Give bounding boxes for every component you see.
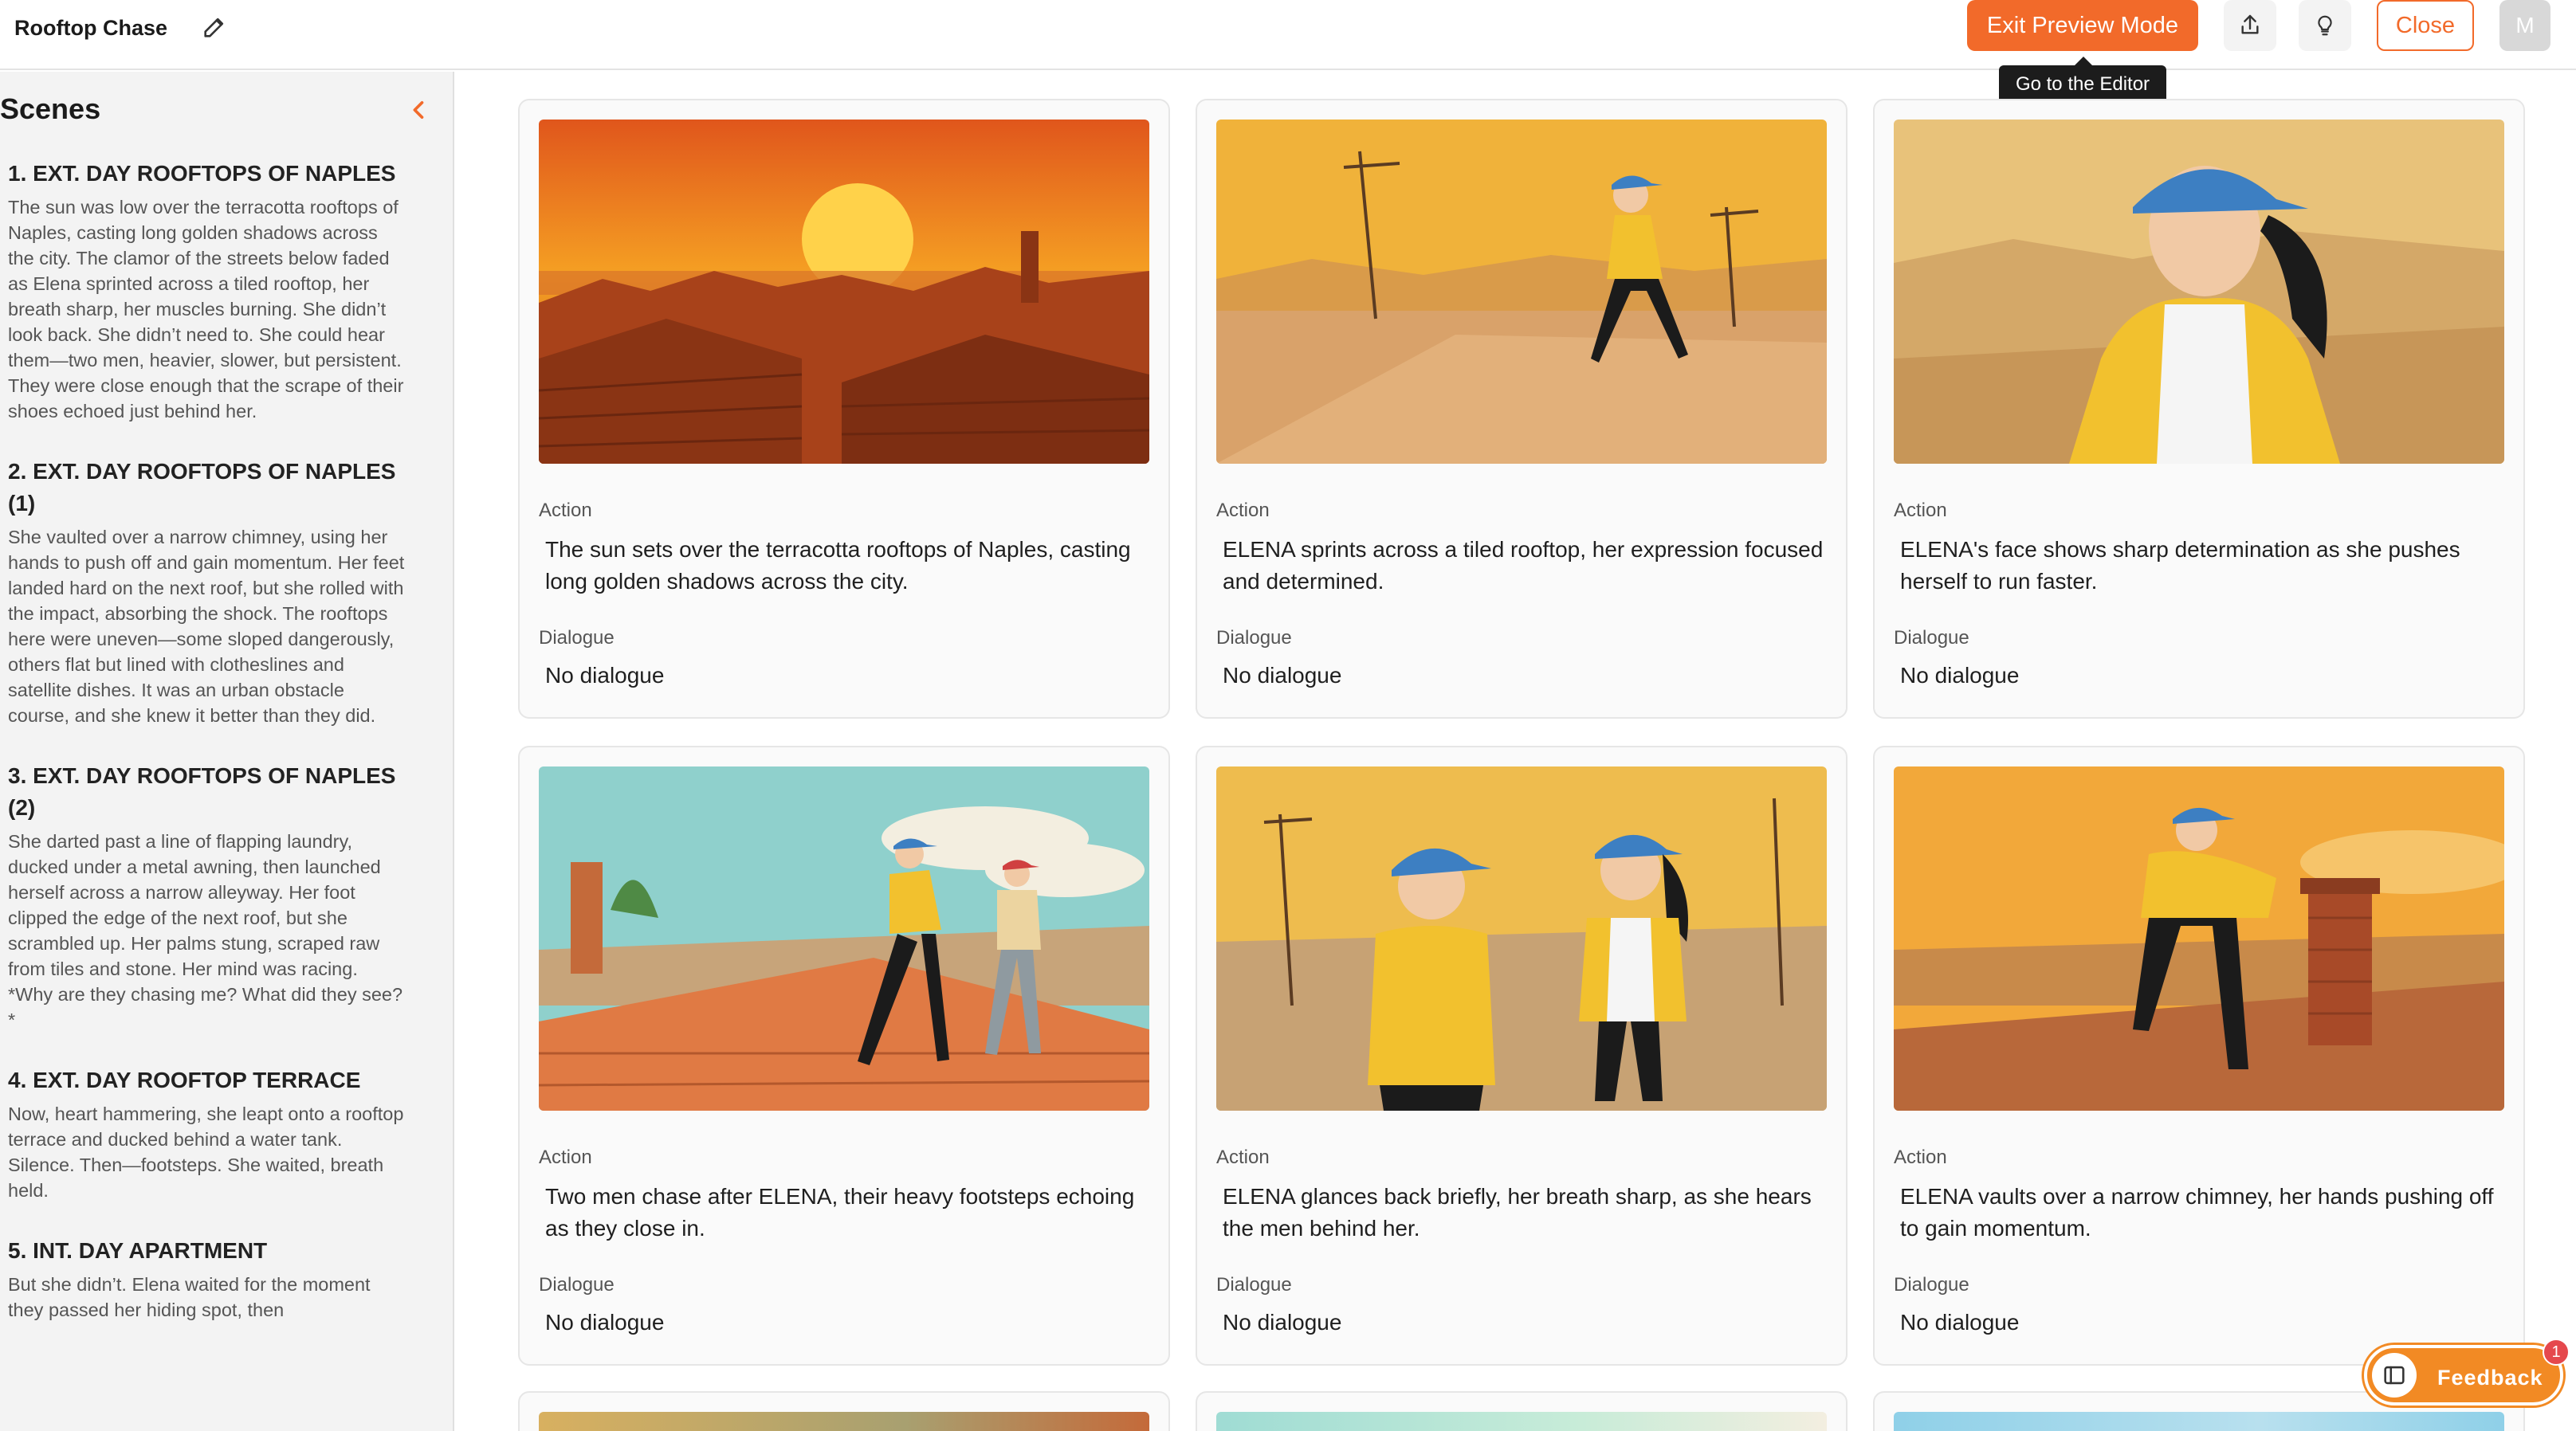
storyboard-frame-image [1894,1412,2504,1431]
scene-heading: 1. EXT. DAY ROOFTOPS OF NAPLES [8,161,396,186]
collapse-sidebar-button[interactable] [403,94,432,126]
elena-glance-illustration [1216,766,1827,1111]
scene-item[interactable]: 2. EXT. DAY ROOFTOPS OF NAPLES (1) She v… [8,456,406,728]
notification-badge: 1 [2543,1339,2570,1366]
storyboard-frame-image [539,120,1149,464]
action-label: Action [539,1147,592,1168]
storyboard-frame-image [1216,1412,1827,1431]
feedback-panel-icon [2372,1353,2417,1398]
dialogue-text: No dialogue [1900,1310,2020,1335]
action-label: Action [539,500,592,521]
sunset-rooftops-illustration [539,120,1149,464]
storyboard-card[interactable]: Action ELENA glances back briefly, her b… [1196,746,1848,1366]
storyboard-card[interactable] [1196,1391,1848,1431]
action-text: ELENA's face shows sharp determination a… [1900,537,2460,594]
feedback-label: Feedback [2437,1366,2543,1390]
scene-heading: 2. EXT. DAY ROOFTOPS OF NAPLES (1) [8,459,396,516]
dialogue-text: No dialogue [1223,1310,1342,1335]
action-label: Action [1216,500,1270,521]
dialogue-label: Dialogue [1216,1274,1292,1296]
dialogue-text: No dialogue [1223,663,1342,688]
chase-illustration [539,766,1149,1111]
dialogue-label: Dialogue [1894,627,1969,649]
scene-item[interactable]: 1. EXT. DAY ROOFTOPS OF NAPLES The sun w… [8,158,406,424]
elena-vault-illustration [1894,766,2504,1111]
dialogue-label: Dialogue [539,627,615,649]
share-button[interactable] [2224,0,2276,51]
top-bar: Rooftop Chase Exit Preview Mode Go to th… [0,0,2576,104]
storyboard-frame-image [1216,766,1827,1111]
storyboard-grid: Action The sun sets over the terracotta … [456,72,2576,1431]
user-avatar[interactable]: M [2499,0,2550,51]
storyboard-card[interactable] [518,1391,1170,1431]
action-text: The sun sets over the terracotta rooftop… [545,537,1131,594]
dialogue-label: Dialogue [1216,627,1292,649]
edit-title-button[interactable] [198,10,231,44]
scene-text: Now, heart hammering, she leapt onto a r… [8,1104,404,1201]
scene-text: But she didn’t. Elena waited for the mom… [8,1274,371,1320]
dialogue-text: No dialogue [545,663,665,688]
storyboard-frame-image [1216,120,1827,464]
sidebar-title: Scenes [0,92,101,125]
scene-item[interactable]: 5. INT. DAY APARTMENT But she didn’t. El… [8,1235,406,1323]
action-text: ELENA sprints across a tiled rooftop, he… [1223,537,1824,594]
action-label: Action [1894,1147,1947,1168]
scene-text: She vaulted over a narrow chimney, using… [8,527,405,726]
scene-item[interactable]: 3. EXT. DAY ROOFTOPS OF NAPLES (2) She d… [8,760,406,1033]
scene-text: The sun was low over the terracotta roof… [8,197,404,421]
action-text: Two men chase after ELENA, their heavy f… [545,1184,1135,1241]
scene-heading: 5. INT. DAY APARTMENT [8,1238,268,1263]
dialogue-text: No dialogue [545,1310,665,1335]
action-text: ELENA vaults over a narrow chimney, her … [1900,1184,2494,1241]
lightbulb-icon [2318,15,2332,36]
exit-preview-mode-button[interactable]: Exit Preview Mode [1967,0,2198,51]
scene-heading: 3. EXT. DAY ROOFTOPS OF NAPLES (2) [8,763,396,820]
ideas-button[interactable] [2299,0,2351,51]
dialogue-text: No dialogue [1900,663,2020,688]
close-button[interactable]: Close [2377,0,2474,51]
storyboard-frame-image [1894,766,2504,1111]
elena-closeup-illustration [1894,120,2504,464]
action-text: ELENA glances back briefly, her breath s… [1223,1184,1812,1241]
elena-running-illustration [1216,120,1827,464]
feedback-button[interactable]: Feedback [2364,1345,2563,1406]
scene-text: She darted past a line of flapping laund… [8,831,403,1030]
action-label: Action [1216,1147,1270,1168]
storyboard-frame-image [539,1412,1149,1431]
action-label: Action [1894,500,1947,521]
scene-item[interactable]: 4. EXT. DAY ROOFTOP TERRACE Now, heart h… [8,1064,406,1203]
storyboard-frame-image [539,766,1149,1111]
storyboard-card[interactable]: Action The sun sets over the terracotta … [518,99,1170,719]
storyboard-card[interactable]: Action ELENA sprints across a tiled roof… [1196,99,1848,719]
pencil-icon [204,18,224,37]
project-title: Rooftop Chase [14,16,167,40]
dialogue-label: Dialogue [539,1274,615,1296]
storyboard-frame-image [1894,120,2504,464]
scene-heading: 4. EXT. DAY ROOFTOP TERRACE [8,1068,361,1092]
share-icon [2241,14,2259,34]
storyboard-card[interactable]: Action ELENA's face shows sharp determin… [1873,99,2525,719]
scenes-sidebar: Scenes 1. EXT. DAY ROOFTOPS OF NAPLES Th… [0,72,454,1431]
scene-list: 1. EXT. DAY ROOFTOPS OF NAPLES The sun w… [8,158,406,1355]
storyboard-card[interactable]: Action ELENA vaults over a narrow chimne… [1873,746,2525,1366]
storyboard-card[interactable]: Action Two men chase after ELENA, their … [518,746,1170,1366]
chevron-left-icon [413,100,424,119]
dialogue-label: Dialogue [1894,1274,1969,1296]
